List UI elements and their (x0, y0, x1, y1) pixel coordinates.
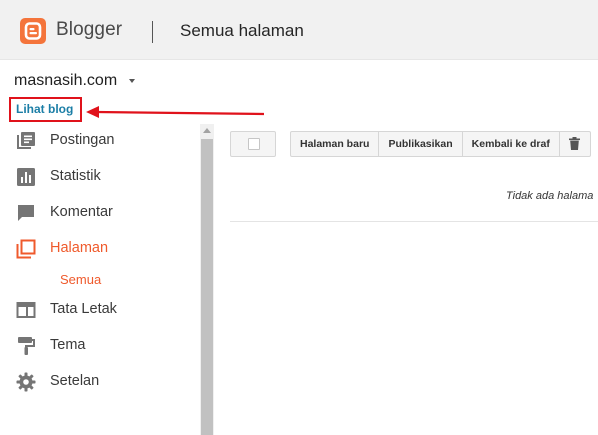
view-blog-highlight: Lihat blog (9, 97, 82, 122)
sidebar-item-label: Statistik (50, 168, 101, 184)
select-all-checkbox[interactable] (230, 131, 276, 157)
brand-name[interactable]: Blogger (56, 19, 122, 41)
empty-state-message: Tidak ada halama (506, 190, 594, 202)
posts-icon (17, 132, 35, 149)
checkbox-icon (248, 138, 260, 150)
page-actions-toolbar: Halaman baru Publikasikan Kembali ke dra… (290, 131, 591, 157)
sidebar-item-tata-letak[interactable]: Tata Letak (0, 292, 198, 328)
blog-selector[interactable]: masnasih.com (14, 72, 117, 90)
comments-icon (18, 205, 34, 221)
trash-icon (568, 137, 580, 150)
sidebar-item-statistik[interactable]: Statistik (0, 159, 198, 195)
sidebar-item-tema[interactable]: Tema (0, 328, 198, 364)
content-divider (230, 221, 598, 222)
theme-icon (18, 337, 35, 355)
sidebar-item-setelan[interactable]: Setelan (0, 364, 198, 400)
sidebar-subitem-semua[interactable]: Semua (60, 272, 101, 287)
delete-button[interactable] (560, 132, 590, 156)
sidebar-item-label: Halaman (50, 240, 109, 256)
revert-to-draft-button[interactable]: Kembali ke draf (463, 132, 560, 156)
sidebar-item-halaman[interactable]: Halaman (0, 231, 198, 267)
sidebar-item-label: Setelan (50, 373, 100, 389)
header-divider (152, 21, 153, 43)
view-blog-link[interactable]: Lihat blog (16, 102, 73, 116)
app-header: Blogger Semua halaman (0, 0, 598, 60)
sidebar-item-postingan[interactable]: Postingan (0, 123, 198, 159)
blogger-logo-icon[interactable] (20, 18, 46, 44)
sidebar-scrollbar[interactable] (200, 124, 214, 435)
scrollbar-thumb[interactable] (201, 139, 213, 435)
page-title: Semua halaman (180, 21, 304, 40)
publish-button[interactable]: Publikasikan (379, 132, 463, 156)
pages-icon (16, 239, 36, 259)
sidebar-item-komentar[interactable]: Komentar (0, 195, 198, 231)
sidebar-item-label: Tema (50, 337, 86, 353)
stats-icon (17, 168, 35, 186)
sidebar-item-label: Komentar (50, 204, 113, 220)
layout-icon (16, 302, 36, 318)
settings-icon (16, 372, 36, 392)
new-page-button[interactable]: Halaman baru (291, 132, 380, 156)
sidebar-item-label: Tata Letak (50, 301, 117, 317)
sidebar-item-label: Postingan (50, 132, 115, 148)
scroll-up-arrow-icon[interactable] (203, 128, 211, 133)
caret-down-icon[interactable] (129, 79, 135, 83)
